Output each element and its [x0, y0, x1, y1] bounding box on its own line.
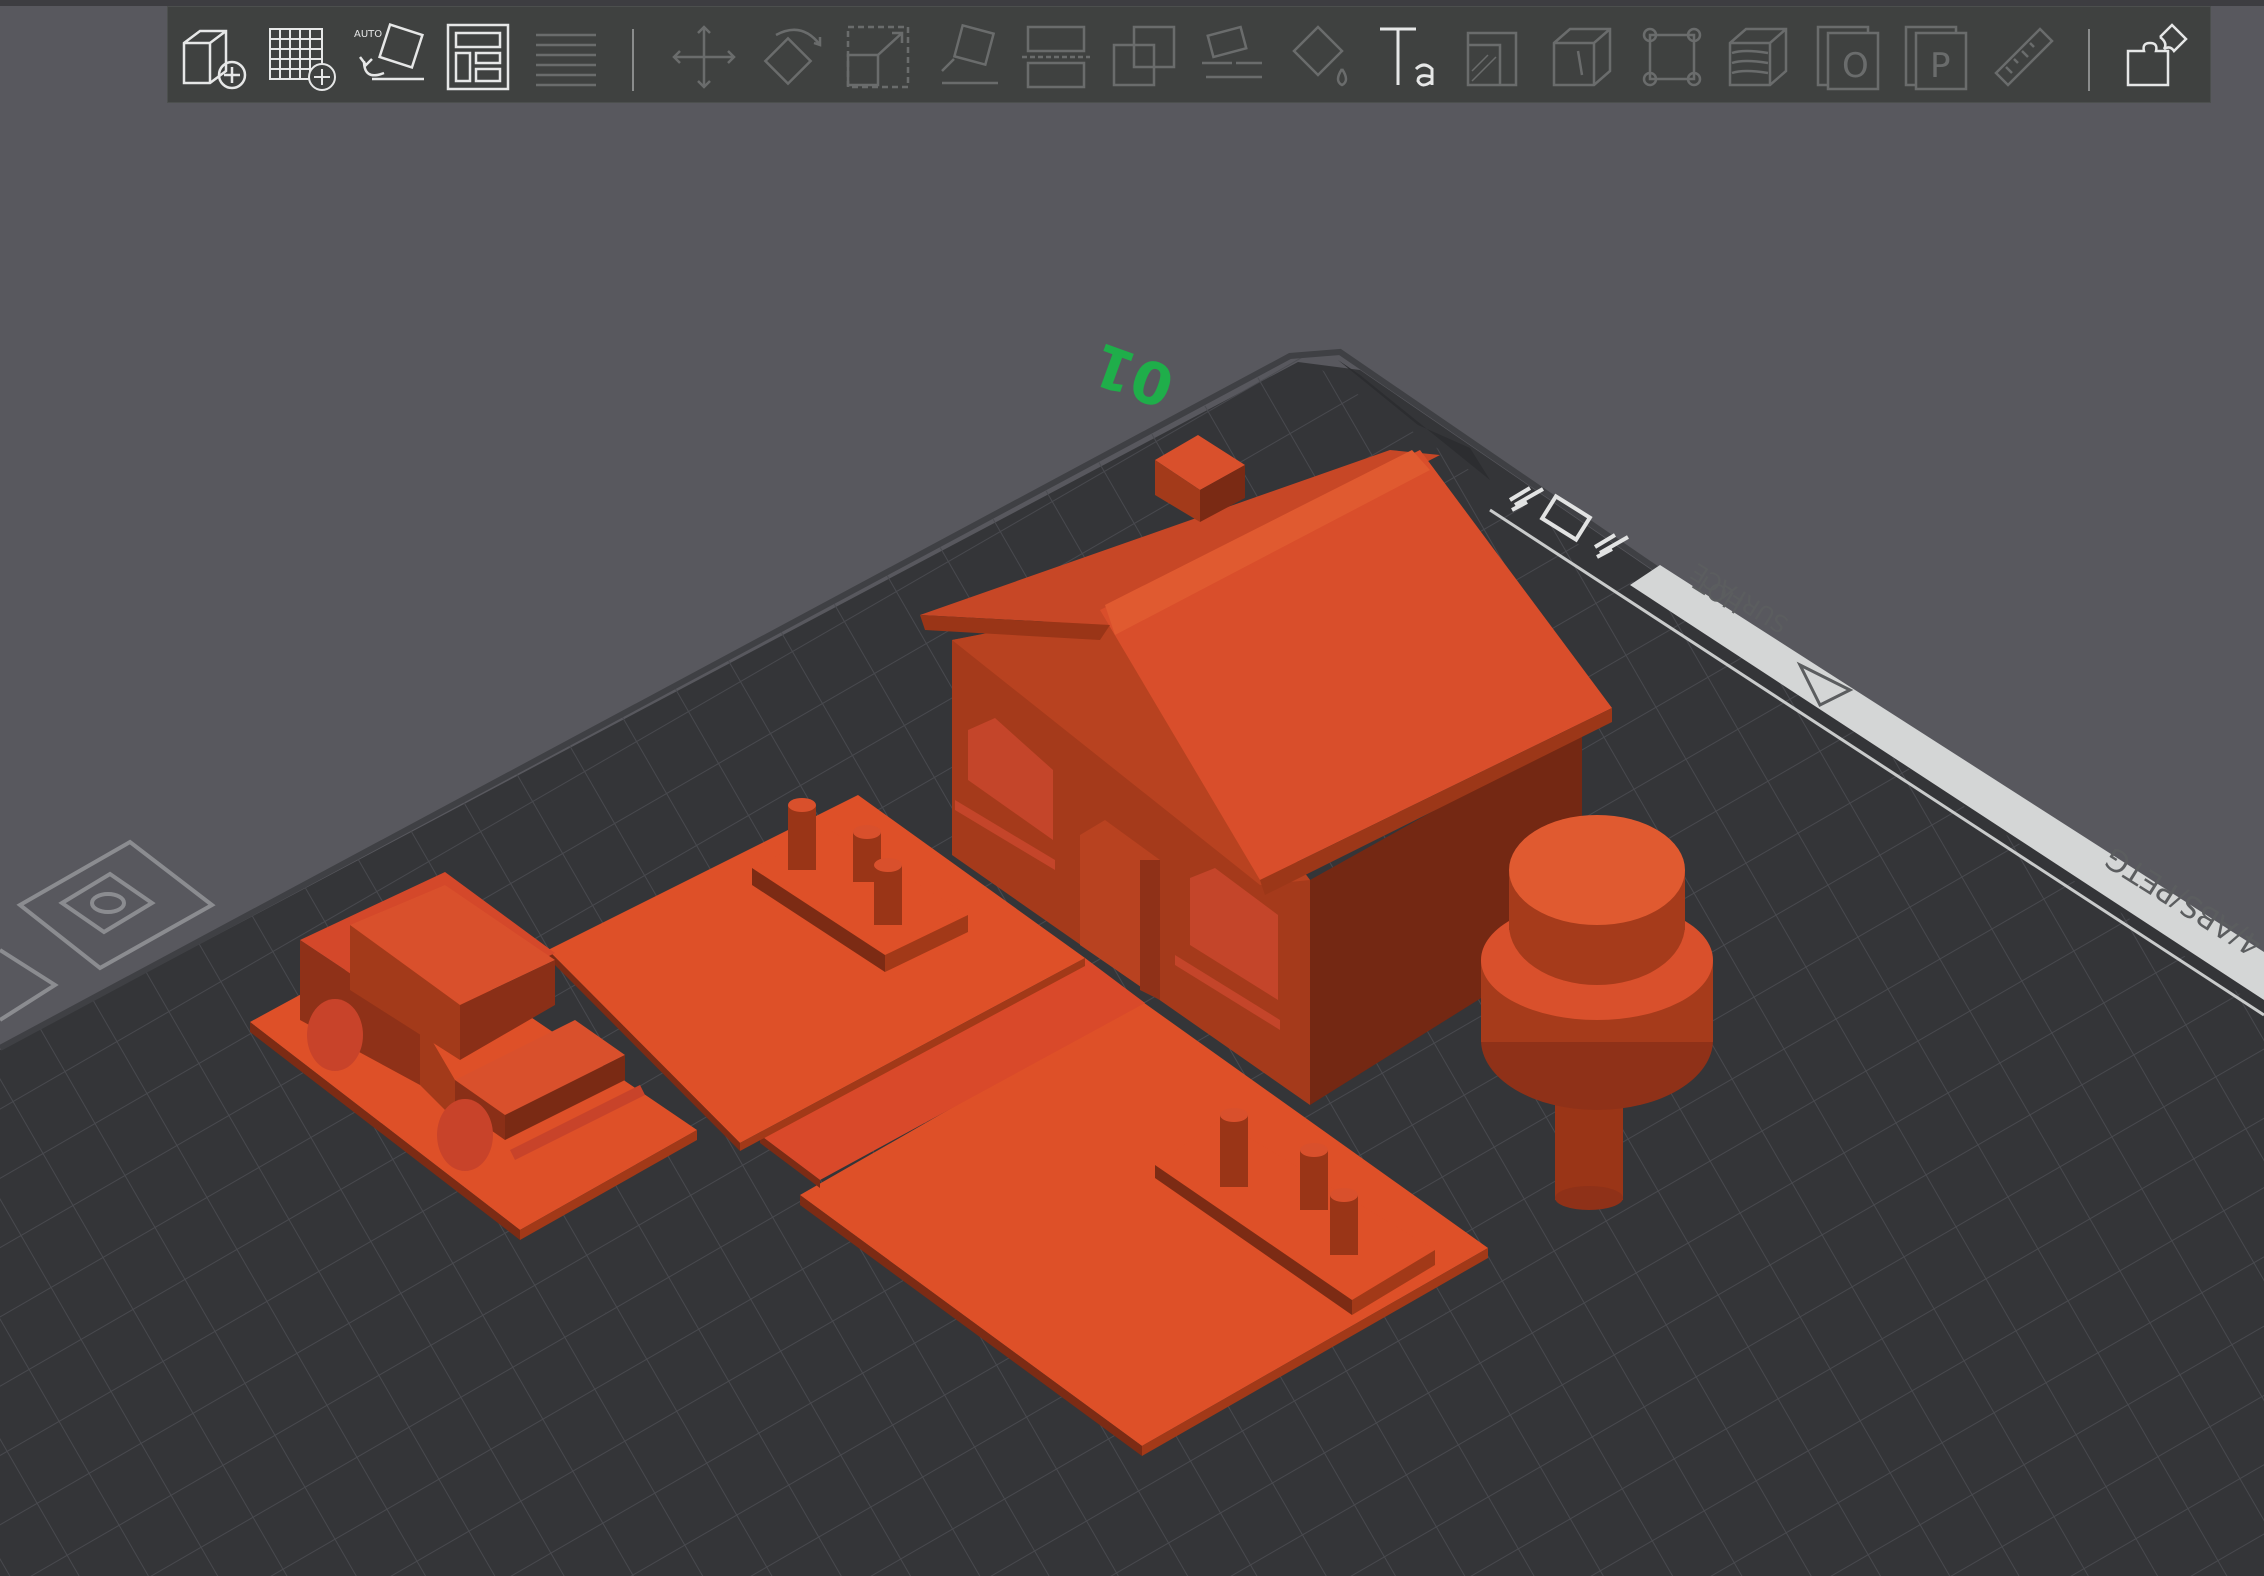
fuzzy-skin-button[interactable]: [1636, 21, 1708, 93]
support-paint-icon: [1202, 25, 1262, 79]
variable-layer-icon: [1466, 31, 1518, 87]
main-toolbar: AUTO O P: [167, 6, 2211, 103]
object-label-icon: O: [1816, 25, 1880, 91]
lay-on-face-icon: [941, 23, 998, 85]
layers-icon: [536, 33, 596, 87]
arrange-icon: [446, 23, 510, 91]
auto-orient-icon: AUTO: [354, 23, 424, 81]
layers-button[interactable]: [530, 21, 602, 93]
plate-label-button[interactable]: P: [1900, 21, 1972, 93]
rotate-icon: [763, 28, 822, 86]
boolean-button[interactable]: [1108, 21, 1180, 93]
object-label-button[interactable]: O: [1812, 21, 1884, 93]
support-paint-button[interactable]: [1196, 21, 1268, 93]
paint-bucket-icon: [1292, 25, 1348, 87]
plate-number: 01: [1084, 329, 1183, 421]
auto-orient-button[interactable]: AUTO: [354, 21, 426, 93]
text-icon: [1380, 27, 1434, 87]
slicer-app: 01 HOT SURFACE 4/ABS/PETG AUTO O P: [0, 0, 2264, 1576]
add-cube-icon: [182, 29, 247, 90]
add-object-button[interactable]: [178, 21, 250, 93]
ruler-icon: [1994, 27, 2054, 87]
toolbar-separator: [632, 29, 634, 91]
seam-paint-button[interactable]: [1548, 21, 1620, 93]
measure-button[interactable]: [1988, 21, 2060, 93]
color-paint-button[interactable]: [1284, 21, 1356, 93]
add-plate-button[interactable]: [266, 21, 338, 93]
cut-icon: [1022, 25, 1090, 89]
lay-on-face-button[interactable]: [932, 21, 1004, 93]
add-plate-icon: [269, 28, 336, 91]
seam-icon: [1552, 27, 1612, 87]
move-icon: [672, 25, 736, 89]
scale-button[interactable]: [844, 21, 916, 93]
boolean-icon: [1112, 25, 1176, 87]
fuzzy-skin-icon: [1642, 27, 1702, 87]
cut-button[interactable]: [1020, 21, 1092, 93]
rotate-button[interactable]: [756, 21, 828, 93]
svg-text:O: O: [1842, 46, 1869, 86]
assembly-button[interactable]: [2120, 21, 2192, 93]
variable-layer-height-button[interactable]: [1460, 21, 1532, 93]
arrange-button[interactable]: [442, 21, 514, 93]
puzzle-icon: [2126, 23, 2188, 87]
plate-label-icon: P: [1904, 25, 1968, 91]
scale-icon: [846, 25, 910, 89]
mesh-texture-icon: [1728, 27, 1788, 87]
toolbar-separator: [2088, 29, 2090, 91]
3d-viewport[interactable]: 01 HOT SURFACE 4/ABS/PETG: [0, 0, 2264, 1576]
move-button[interactable]: [668, 21, 740, 93]
svg-text:P: P: [1930, 46, 1951, 86]
text-tool-button[interactable]: [1372, 21, 1444, 93]
mesh-texture-button[interactable]: [1724, 21, 1796, 93]
svg-text:AUTO: AUTO: [354, 29, 382, 40]
